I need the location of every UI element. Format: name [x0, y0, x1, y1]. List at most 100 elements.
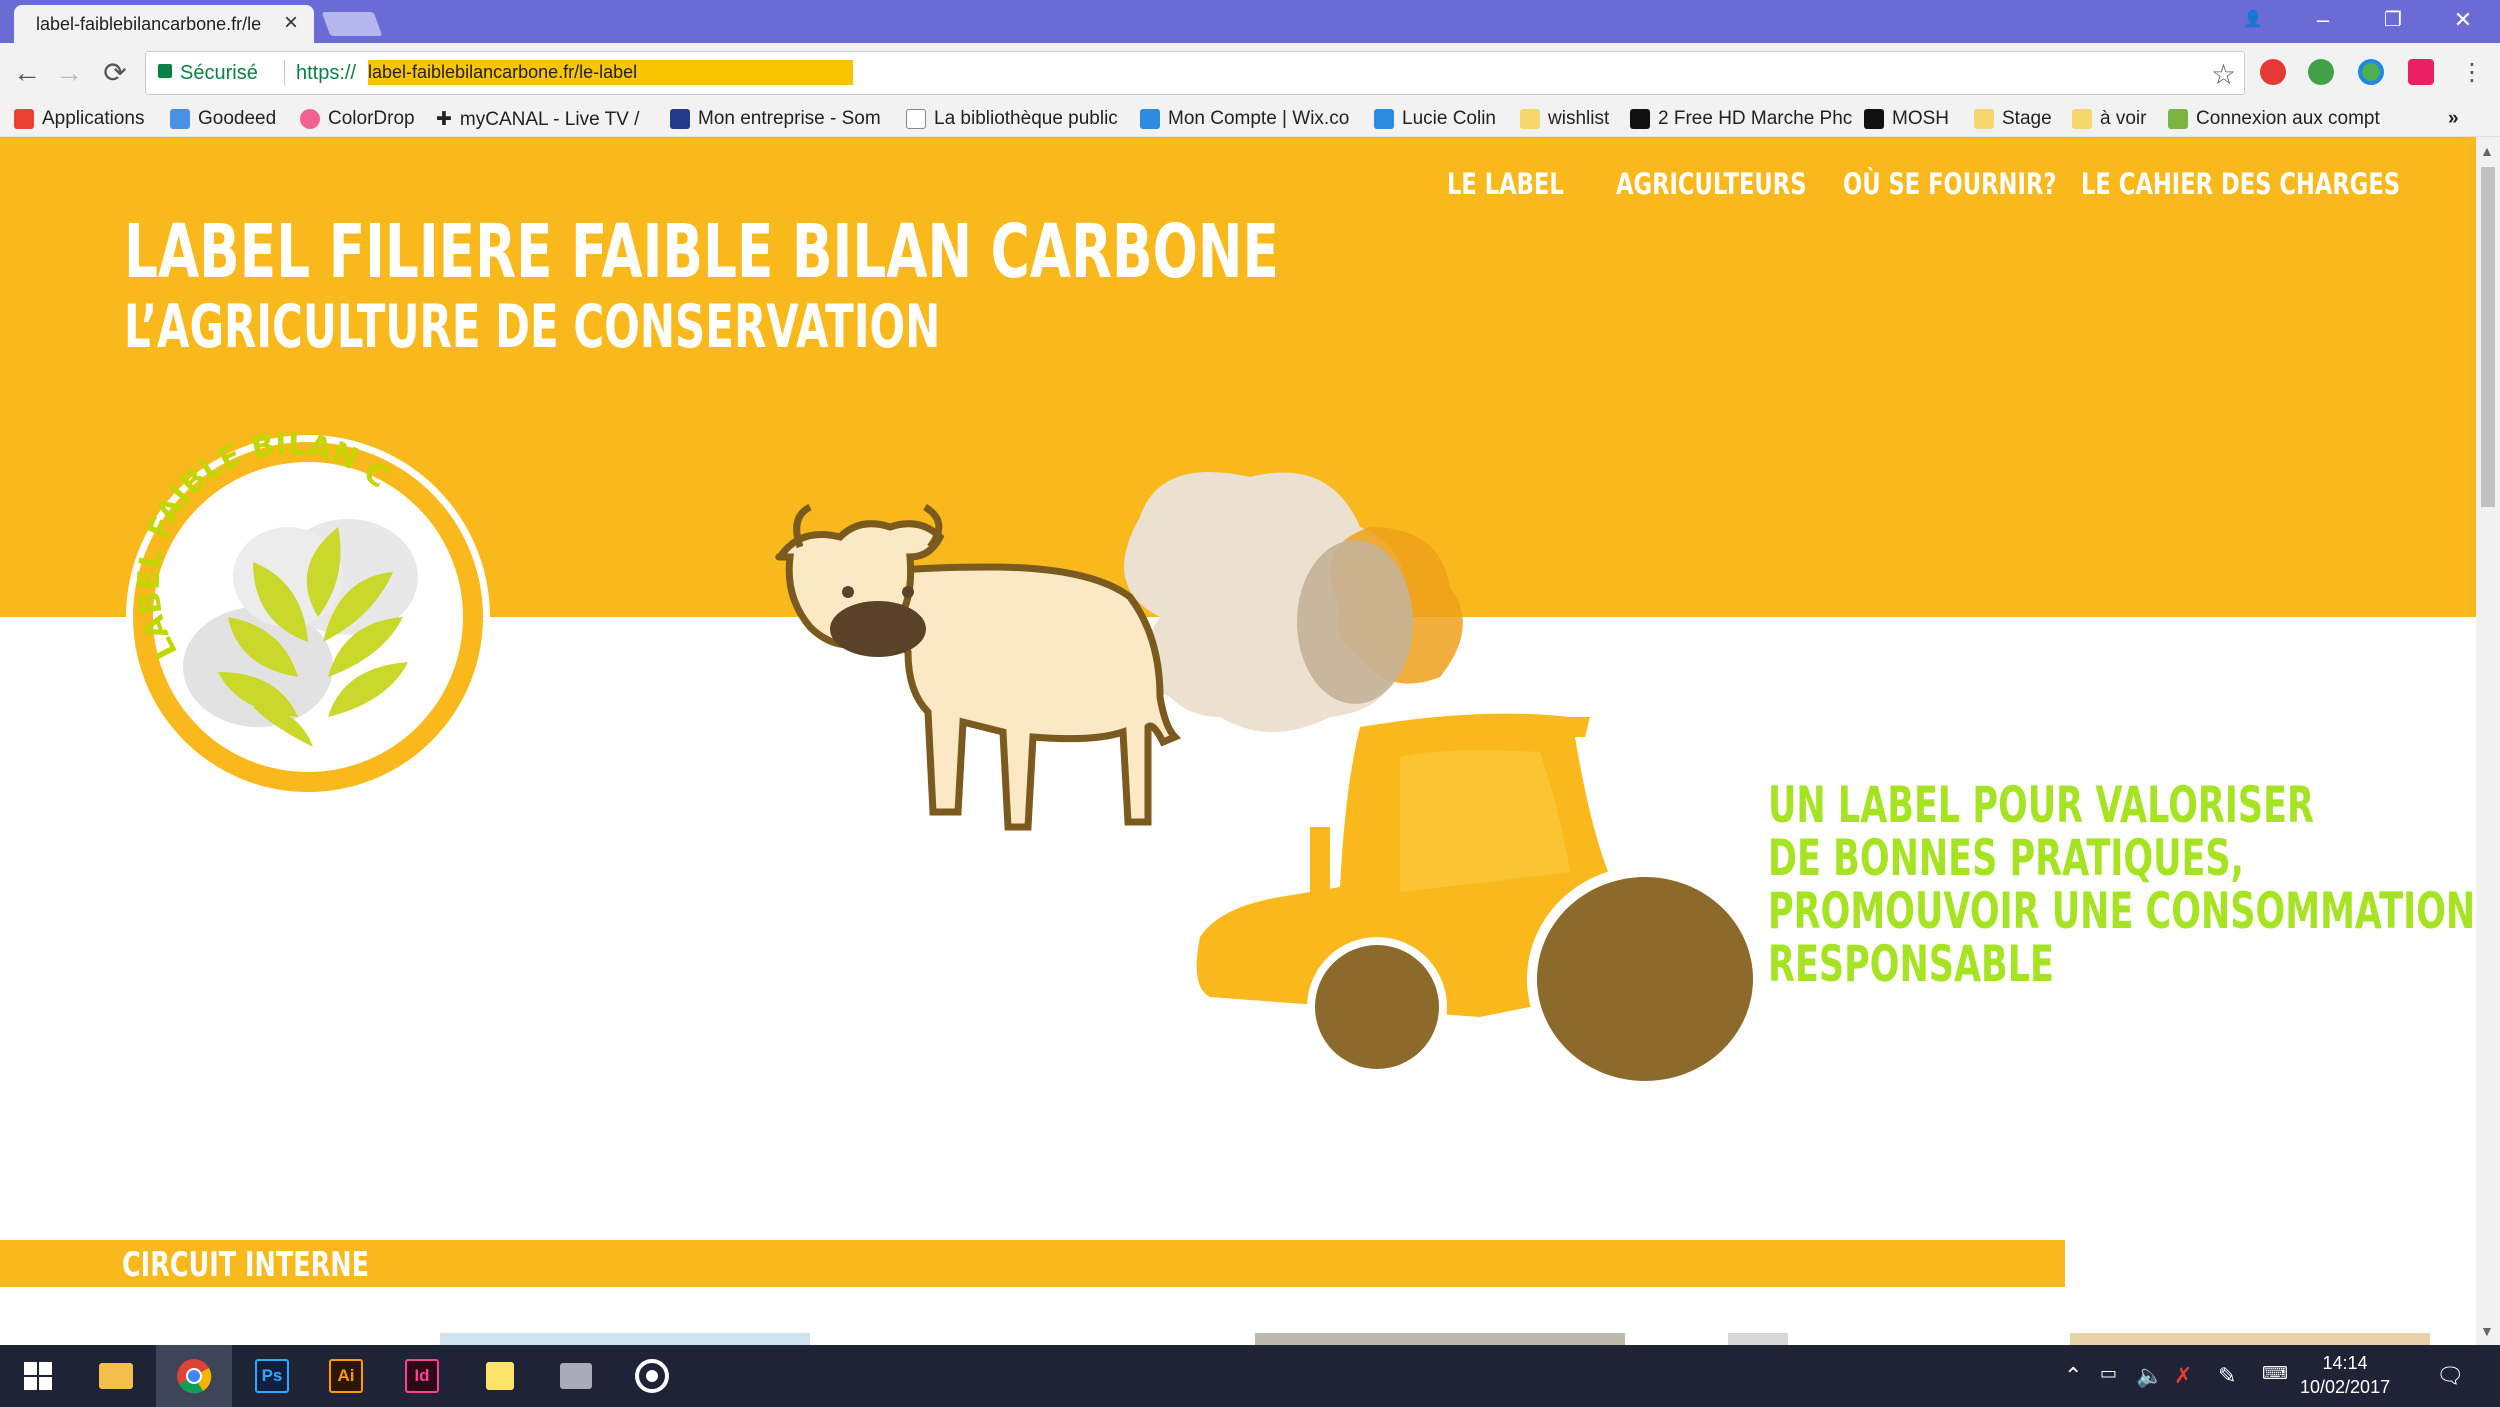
- badge-extension-icon[interactable]: [2408, 59, 2434, 85]
- groove-app-button[interactable]: [614, 1345, 690, 1407]
- scroll-down-icon[interactable]: ▼: [2480, 1323, 2494, 1339]
- bookmark-item[interactable]: Connexion aux compt: [2168, 108, 2380, 130]
- close-window-icon[interactable]: ✕: [2428, 0, 2498, 40]
- page-scrollbar[interactable]: ▲ ▼: [2476, 137, 2500, 1345]
- browser-title-bar: label-faiblebilancarbone.fr/le × 👤 – ❐ ✕: [0, 0, 2500, 43]
- lock-icon: [158, 64, 172, 78]
- address-bar[interactable]: Sécurisé https:// label-faiblebilancarbo…: [145, 51, 2245, 95]
- colordrop-icon: [300, 109, 320, 129]
- forward-icon[interactable]: →: [52, 56, 86, 90]
- url-protocol: https://: [296, 62, 357, 84]
- folder-icon: [1974, 109, 1994, 129]
- new-tab-button[interactable]: [321, 12, 383, 36]
- bookmark-item[interactable]: Mon Compte | Wix.co: [1140, 108, 1349, 130]
- bookmark-label: La bibliothèque public: [934, 108, 1118, 129]
- system-clock[interactable]: 14:14 10/02/2017: [2300, 1351, 2390, 1399]
- volume-icon[interactable]: 🔈: [2136, 1363, 2163, 1389]
- profile-icon[interactable]: 👤: [2218, 0, 2288, 40]
- bookmark-label: à voir: [2100, 108, 2147, 129]
- notifications-icon[interactable]: 🗨: [2436, 1363, 2464, 1389]
- network-icon[interactable]: ✗: [2174, 1363, 2192, 1389]
- scroll-up-icon[interactable]: ▲: [2480, 143, 2494, 159]
- goodeed-icon: [170, 109, 190, 129]
- image-thumbnail[interactable]: [440, 1333, 810, 1345]
- indesign-icon: Id: [405, 1359, 439, 1393]
- cow-illustration: [775, 503, 1182, 831]
- nav-ou-se-fournir[interactable]: OÙ SE FOURNIR?: [1843, 167, 2056, 201]
- nav-agriculteurs[interactable]: AGRICULTEURS: [1616, 167, 1807, 201]
- target-icon: [635, 1359, 669, 1393]
- tagline-line: PROMOUVOIR UNE CONSOMMATION: [1768, 882, 2476, 940]
- bookmark-label: Applications: [42, 108, 145, 129]
- image-thumbnail[interactable]: [2070, 1333, 2430, 1345]
- tray-expand-icon[interactable]: ⌃: [2064, 1363, 2082, 1389]
- media-app-button[interactable]: [538, 1345, 614, 1407]
- clock-date: 10/02/2017: [2300, 1377, 2391, 1397]
- bookmark-item[interactable]: Stage: [1974, 108, 2052, 130]
- bookmark-item[interactable]: La bibliothèque public: [906, 108, 1118, 130]
- start-button[interactable]: [0, 1345, 76, 1407]
- reload-icon[interactable]: ⟳: [98, 56, 132, 90]
- label-logo[interactable]: LABEL FAIBLE BILAN CARBONE: [118, 427, 498, 807]
- bookmark-label: Lucie Colin: [1402, 108, 1496, 129]
- smoke-overlap: [1297, 540, 1413, 704]
- illustrator-icon: Ai: [329, 1359, 363, 1393]
- bookmarks-overflow-icon[interactable]: »: [2448, 108, 2459, 130]
- bookmark-item[interactable]: Goodeed: [170, 108, 276, 130]
- photoshop-button[interactable]: Ps: [234, 1345, 310, 1407]
- nav-cahier-des-charges[interactable]: LE CAHIER DES CHARGES: [2081, 167, 2400, 201]
- back-icon[interactable]: ←: [10, 56, 44, 90]
- nav-le-label[interactable]: LE LABEL: [1447, 167, 1564, 201]
- image-thumbnail[interactable]: [1255, 1333, 1625, 1345]
- globe-extension-icon[interactable]: [2358, 59, 2384, 85]
- separator: [284, 60, 285, 86]
- image-thumbnail[interactable]: [1728, 1333, 1788, 1345]
- company-icon: [670, 109, 690, 129]
- bookmark-label: ColorDrop: [328, 108, 415, 129]
- tagline-line: UN LABEL POUR VALORISER: [1768, 776, 2314, 834]
- bookmark-item[interactable]: à voir: [2072, 108, 2146, 130]
- windows-taskbar: Ps Ai Id ⌃ ▭ 🔈 ✗ ✎ ⌨ 14:14 10/02/2017 🗨: [0, 1345, 2500, 1407]
- url-host: label-faiblebilancarbone.fr/le-label: [368, 60, 854, 85]
- restore-icon[interactable]: ❐: [2358, 0, 2428, 40]
- menu-kebab-icon[interactable]: ⋮: [2455, 56, 2489, 90]
- login-icon: [2168, 109, 2188, 129]
- bookmarks-bar: Applications Goodeed ColorDrop ✚ myCANAL …: [0, 103, 2500, 137]
- minimize-icon[interactable]: –: [2288, 0, 2358, 40]
- sticky-note-icon: [486, 1362, 514, 1390]
- bookmark-item[interactable]: Applications: [14, 108, 144, 130]
- green-extension-icon[interactable]: [2308, 59, 2334, 85]
- bookmark-item[interactable]: 2 Free HD Marche Phc: [1630, 108, 1852, 130]
- hero-tagline: UN LABEL POUR VALORISER DE BONNES PRATIQ…: [1768, 779, 2475, 991]
- bookmark-item[interactable]: Lucie Colin: [1374, 108, 1496, 130]
- bookmark-item[interactable]: MOSH: [1864, 108, 1949, 130]
- pen-icon[interactable]: ✎: [2218, 1363, 2236, 1389]
- bookmark-label: Mon Compte | Wix.co: [1168, 108, 1350, 129]
- opera-extension-icon[interactable]: [2260, 59, 2286, 85]
- bookmark-label: myCANAL - Live TV /: [459, 108, 640, 130]
- bookmark-item[interactable]: wishlist: [1520, 108, 1609, 130]
- bookmark-item[interactable]: Mon entreprise - Som: [670, 108, 881, 130]
- sticky-notes-button[interactable]: [462, 1345, 538, 1407]
- web-page: LE LABEL AGRICULTEURS OÙ SE FOURNIR? LE …: [0, 137, 2476, 1345]
- bookmark-item[interactable]: ✚ myCANAL - Live TV /: [436, 108, 639, 131]
- indesign-button[interactable]: Id: [384, 1345, 460, 1407]
- file-explorer-button[interactable]: [78, 1345, 154, 1407]
- browser-tab[interactable]: label-faiblebilancarbone.fr/le ×: [14, 5, 314, 43]
- tab-title: label-faiblebilancarbone.fr/le: [36, 14, 262, 34]
- bookmark-star-icon[interactable]: ☆: [2211, 58, 2236, 91]
- folder-icon: [99, 1363, 133, 1389]
- keyboard-icon[interactable]: ⌨: [2262, 1363, 2288, 1384]
- tagline-line: RESPONSABLE: [1768, 935, 2054, 993]
- illustrator-button[interactable]: Ai: [308, 1345, 384, 1407]
- wix-icon: [1374, 109, 1394, 129]
- bookmark-item[interactable]: ColorDrop: [300, 108, 415, 130]
- apps-grid-icon: [14, 109, 34, 129]
- tab-close-icon[interactable]: ×: [284, 9, 298, 37]
- plus-icon: ✚: [436, 109, 452, 130]
- scroll-thumb[interactable]: [2481, 167, 2495, 507]
- battery-icon[interactable]: ▭: [2100, 1363, 2117, 1384]
- wix-icon: [1140, 109, 1160, 129]
- chrome-button[interactable]: [156, 1345, 232, 1407]
- clock-time: 14:14: [2322, 1353, 2368, 1373]
